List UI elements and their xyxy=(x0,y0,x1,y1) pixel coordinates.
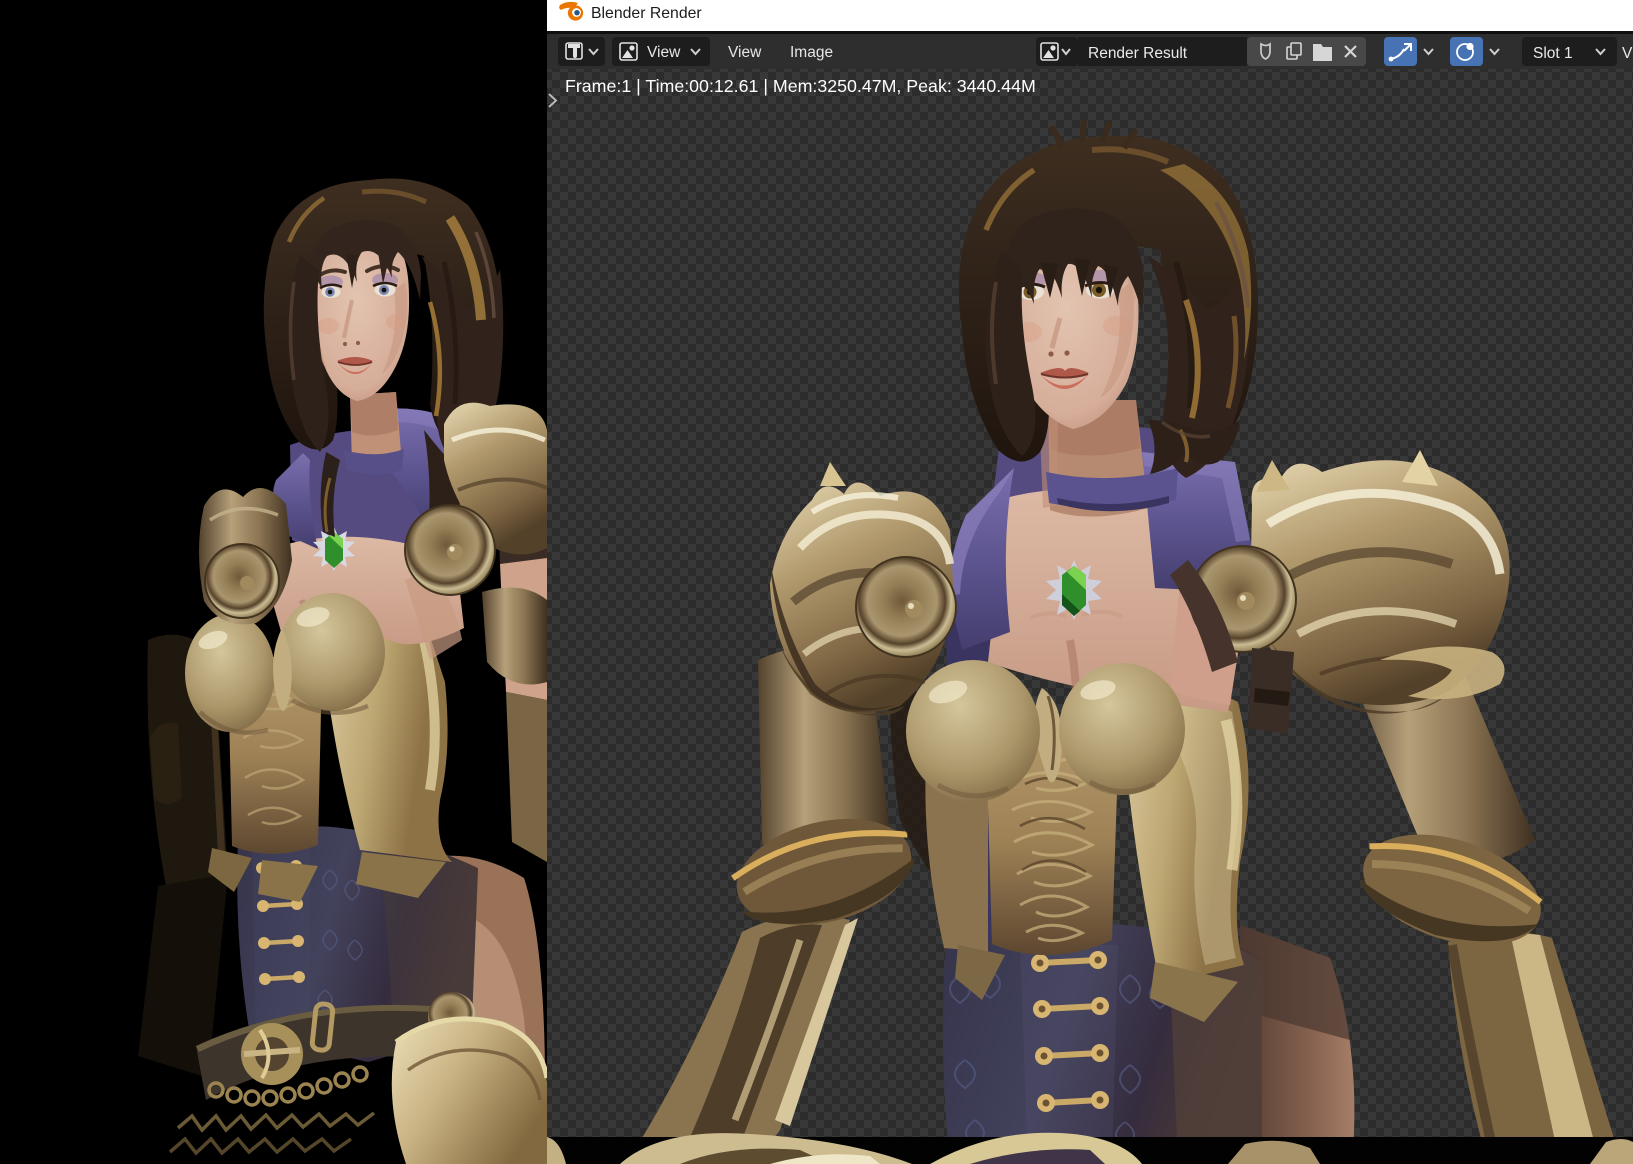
svg-text:Image: Image xyxy=(790,44,833,61)
svg-text:View: View xyxy=(647,44,681,61)
svg-text:V: V xyxy=(1622,45,1633,62)
svg-text:Render Result: Render Result xyxy=(1088,45,1188,62)
svg-text:View: View xyxy=(728,44,762,61)
svg-text:Blender Render: Blender Render xyxy=(591,5,702,22)
svg-text:Slot 1: Slot 1 xyxy=(1533,45,1573,62)
svg-text:Frame:1 | Time:00:12.61 | Mem:: Frame:1 | Time:00:12.61 | Mem:3250.47M, … xyxy=(565,76,1036,96)
